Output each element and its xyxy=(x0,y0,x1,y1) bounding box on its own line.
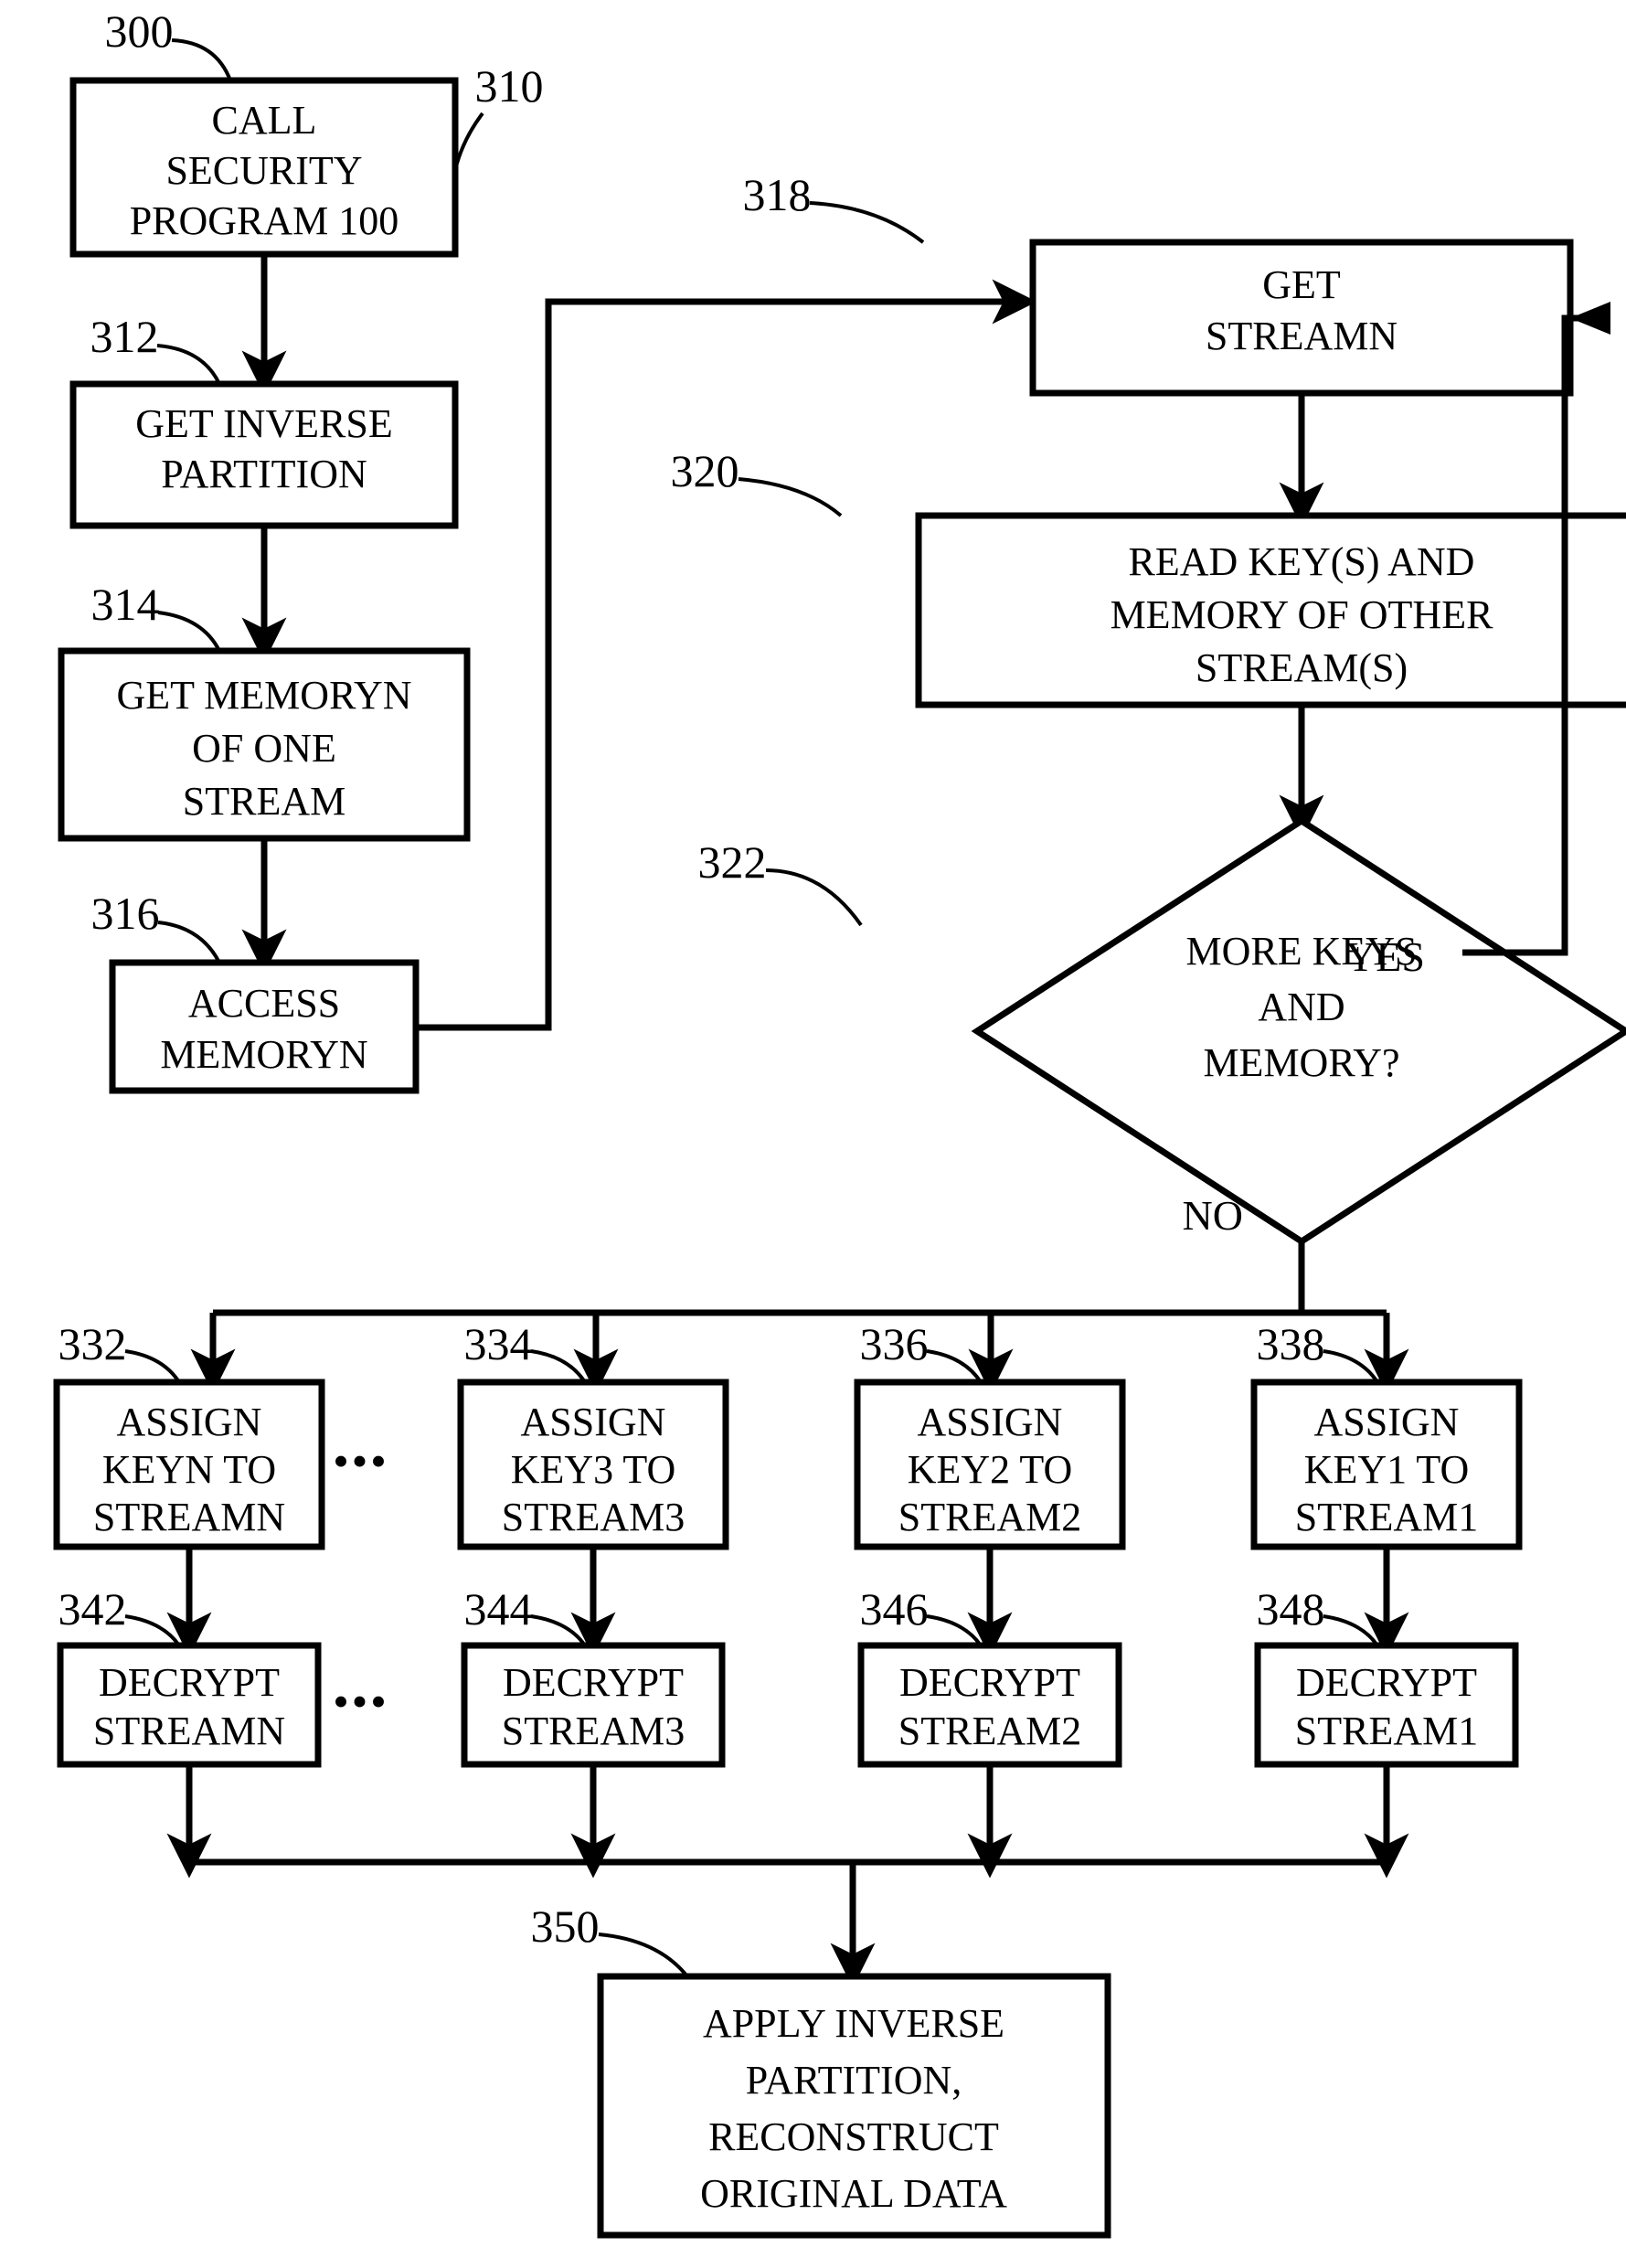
ellipsis-assign-row: ••• xyxy=(333,1435,389,1486)
node-332-line-2: KEYN TO xyxy=(102,1447,276,1492)
node-322-line-2: AND xyxy=(1258,985,1344,1029)
lead-line-314 xyxy=(157,611,221,652)
node-314-line-3: STREAM xyxy=(183,779,345,824)
node-348-line-2: STREAM1 xyxy=(1295,1709,1478,1753)
ref-number-316: 316 xyxy=(91,888,160,939)
lead-line-346 xyxy=(926,1614,983,1647)
lead-line-348 xyxy=(1323,1614,1379,1647)
node-336-line-1: ASSIGN xyxy=(918,1400,1063,1444)
lead-line-344 xyxy=(530,1614,587,1647)
ellipsis-decrypt-row: ••• xyxy=(333,1676,389,1727)
node-read-keys-and-memory: READ KEY(S) AND MEMORY OF OTHER STREAM(S… xyxy=(915,512,1626,708)
node-decrypt-stream3: DECRYPT STREAM3 xyxy=(461,1642,726,1768)
node-320-line-2: MEMORY OF OTHER xyxy=(1111,592,1494,637)
node-332-line-3: STREAMN xyxy=(93,1495,285,1539)
lead-line-310 xyxy=(453,112,484,171)
node-314-line-2: OF ONE xyxy=(192,726,336,771)
node-decrypt-stream2: DECRYPT STREAM2 xyxy=(857,1642,1122,1768)
node-338-line-2: KEY1 TO xyxy=(1304,1447,1470,1492)
lead-line-332 xyxy=(124,1349,181,1384)
node-assign-keyn-to-streamn: ASSIGN KEYN TO STREAMN xyxy=(53,1379,325,1550)
node-322-line-3: MEMORY? xyxy=(1203,1040,1399,1085)
lead-line-312 xyxy=(156,344,221,385)
node-312-line-2: PARTITION xyxy=(161,452,367,496)
ref-number-322: 322 xyxy=(698,836,767,888)
lead-line-342 xyxy=(124,1614,181,1647)
node-diamond-322 xyxy=(971,816,1626,1246)
node-314-line-1: GET MEMORYN xyxy=(116,673,411,718)
node-350-line-1: APPLY INVERSE xyxy=(703,2001,1004,2046)
node-312-line-1: GET INVERSE xyxy=(135,401,393,446)
node-334-line-2: KEY3 TO xyxy=(511,1447,676,1492)
node-310-line-3: PROGRAM 100 xyxy=(130,198,399,243)
lead-line-350 xyxy=(598,1933,689,1978)
lead-line-334 xyxy=(530,1349,587,1384)
branch-label-yes: YES xyxy=(1345,933,1425,980)
lead-line-338 xyxy=(1323,1349,1379,1384)
node-assign-key3-to-stream3: ASSIGN KEY3 TO STREAM3 xyxy=(457,1379,729,1550)
ref-number-314: 314 xyxy=(91,579,160,630)
node-get-memoryn-of-one-stream: GET MEMORYN OF ONE STREAM xyxy=(58,647,471,842)
ref-number-320: 320 xyxy=(671,445,739,496)
node-336-line-2: KEY2 TO xyxy=(908,1447,1073,1492)
node-344-line-1: DECRYPT xyxy=(503,1660,684,1705)
lead-line-336 xyxy=(926,1349,983,1384)
node-332-line-1: ASSIGN xyxy=(117,1400,262,1444)
node-assign-key2-to-stream2: ASSIGN KEY2 TO STREAM2 xyxy=(854,1379,1126,1550)
node-350-line-4: ORIGINAL DATA xyxy=(700,2171,1007,2216)
node-350-line-3: RECONSTRUCT xyxy=(708,2114,999,2159)
node-320-line-1: READ KEY(S) AND xyxy=(1129,539,1475,584)
node-348-line-1: DECRYPT xyxy=(1296,1660,1477,1705)
lead-line-318 xyxy=(809,201,925,244)
node-338-line-1: ASSIGN xyxy=(1314,1400,1460,1444)
node-call-security-program: CALL SECURITY PROGRAM 100 xyxy=(69,77,459,258)
node-get-inverse-partition: GET INVERSE PARTITION xyxy=(69,380,459,529)
node-344-line-2: STREAM3 xyxy=(502,1709,685,1753)
ref-number-344: 344 xyxy=(464,1583,533,1634)
ref-number-338: 338 xyxy=(1257,1318,1325,1369)
node-decrypt-stream1: DECRYPT STREAM1 xyxy=(1254,1642,1519,1768)
node-336-line-3: STREAM2 xyxy=(898,1495,1081,1539)
node-320-line-3: STREAM(S) xyxy=(1196,645,1408,690)
flowchart-canvas: CALL SECURITY PROGRAM 100 300 310 GET IN… xyxy=(53,5,1626,2239)
node-316-line-1: ACCESS xyxy=(188,981,340,1026)
ref-number-350: 350 xyxy=(531,1901,600,1952)
node-334-line-1: ASSIGN xyxy=(521,1400,666,1444)
node-get-streamn: GET STREAMN xyxy=(1029,239,1574,397)
node-310-line-1: CALL xyxy=(212,98,317,143)
ref-number-346: 346 xyxy=(860,1583,929,1634)
ref-number-318: 318 xyxy=(743,169,812,220)
node-346-line-2: STREAM2 xyxy=(898,1709,1081,1753)
node-338-line-3: STREAM1 xyxy=(1295,1495,1478,1539)
ref-number-312: 312 xyxy=(90,311,159,362)
lead-line-320 xyxy=(738,477,843,517)
ref-number-348: 348 xyxy=(1257,1583,1325,1634)
edge-322-yes-arrowhead xyxy=(1570,302,1610,335)
node-346-line-1: DECRYPT xyxy=(899,1660,1080,1705)
node-334-line-3: STREAM3 xyxy=(502,1495,685,1539)
node-342-line-1: DECRYPT xyxy=(99,1660,280,1705)
ref-number-300: 300 xyxy=(105,5,174,57)
ref-number-336: 336 xyxy=(860,1318,929,1369)
node-310-line-2: SECURITY xyxy=(165,148,362,193)
lead-line-316 xyxy=(157,921,221,964)
lead-line-322 xyxy=(765,868,863,927)
node-316-line-2: MEMORYN xyxy=(160,1032,367,1077)
ref-number-342: 342 xyxy=(58,1583,127,1634)
patent-flowchart-figure: CALL SECURITY PROGRAM 100 300 310 GET IN… xyxy=(0,0,1626,2268)
node-access-memoryn: ACCESS MEMORYN xyxy=(109,959,420,1094)
node-apply-inverse-partition-reconstruct: APPLY INVERSE PARTITION, RECONSTRUCT ORI… xyxy=(597,1973,1111,2239)
node-350-line-2: PARTITION, xyxy=(746,2058,962,2103)
node-318-line-1: GET xyxy=(1262,262,1341,307)
node-342-line-2: STREAMN xyxy=(93,1709,285,1753)
branch-label-no: NO xyxy=(1183,1192,1243,1239)
lead-line-300 xyxy=(171,38,232,81)
ref-number-310: 310 xyxy=(475,60,544,112)
ref-number-334: 334 xyxy=(464,1318,533,1369)
node-assign-key1-to-stream1: ASSIGN KEY1 TO STREAM1 xyxy=(1250,1379,1523,1550)
ref-number-332: 332 xyxy=(58,1318,127,1369)
node-318-line-2: STREAMN xyxy=(1206,314,1398,358)
node-more-keys-and-memory-decision: MORE KEYS AND MEMORY? xyxy=(971,816,1626,1246)
node-decrypt-streamn: DECRYPT STREAMN xyxy=(57,1642,322,1768)
